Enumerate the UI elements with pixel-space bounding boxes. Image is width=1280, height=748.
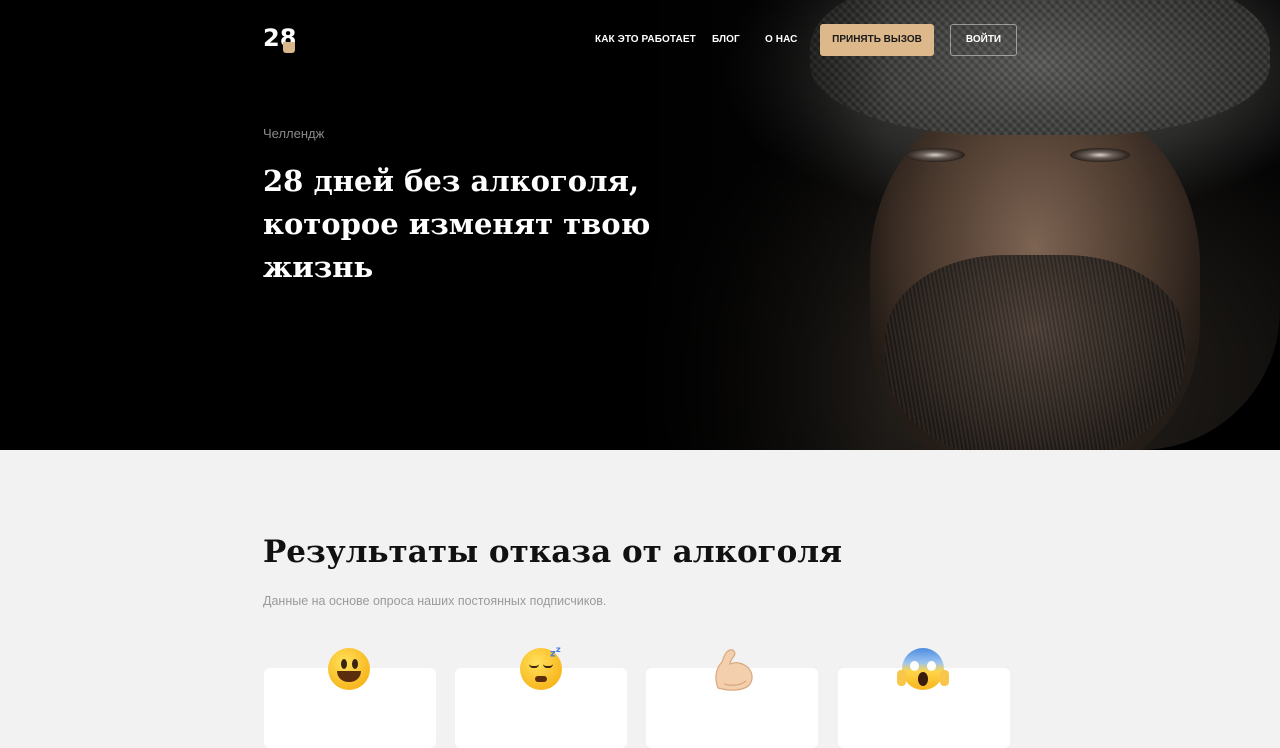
- flexed-biceps-icon: [715, 649, 753, 691]
- screaming-face-icon: [897, 648, 949, 690]
- hero-section: 28 КАК ЭТО РАБОТАЕТ БЛОГ О НАС ПРИНЯТЬ В…: [0, 0, 1280, 450]
- sleeping-face-icon: zz: [520, 644, 562, 690]
- grinning-face-mouth: [337, 671, 361, 682]
- hero-title-line-2: которое изменят твою: [263, 207, 651, 241]
- nav-link-about[interactable]: О НАС: [765, 24, 797, 56]
- sleeping-zzz-icon: zz: [550, 644, 561, 660]
- hero-title: 28 дней без алкоголя, которое изменят тв…: [263, 160, 693, 289]
- login-button[interactable]: ВОЙТИ: [950, 24, 1017, 56]
- sleeping-face-mouth: [535, 676, 547, 682]
- hero-eyebrow: Челлендж: [263, 126, 325, 141]
- scream-eye-right: [927, 661, 936, 671]
- accept-challenge-button[interactable]: ПРИНЯТЬ ВЫЗОВ: [820, 24, 934, 56]
- grinning-face-eye: [341, 659, 347, 669]
- grinning-face-eye: [352, 659, 358, 669]
- results-title: Результаты отказа от алкоголя: [263, 534, 843, 570]
- hero-photo: [630, 0, 1280, 450]
- scream-hand-right: [940, 670, 949, 686]
- nav-link-blog[interactable]: БЛОГ: [712, 24, 740, 56]
- nav-link-how-it-works[interactable]: КАК ЭТО РАБОТАЕТ: [595, 24, 696, 56]
- hero-title-line-1: 28 дней без алкоголя,: [263, 164, 640, 198]
- hero-title-line-3: жизнь: [263, 250, 374, 284]
- photo-beard: [885, 255, 1185, 450]
- grinning-face-icon: [328, 648, 370, 690]
- scream-mouth: [918, 672, 928, 686]
- results-subtitle: Данные на основе опроса наших постоянных…: [263, 594, 607, 608]
- photo-eye-right: [1070, 148, 1130, 162]
- photo-eye-left: [905, 148, 965, 162]
- sleeping-face-eye: [543, 664, 553, 668]
- sleeping-face-eye: [529, 664, 539, 668]
- main-nav: КАК ЭТО РАБОТАЕТ БЛОГ О НАС: [0, 24, 1280, 56]
- scream-eye-left: [910, 661, 919, 671]
- scream-hand-left: [897, 670, 906, 686]
